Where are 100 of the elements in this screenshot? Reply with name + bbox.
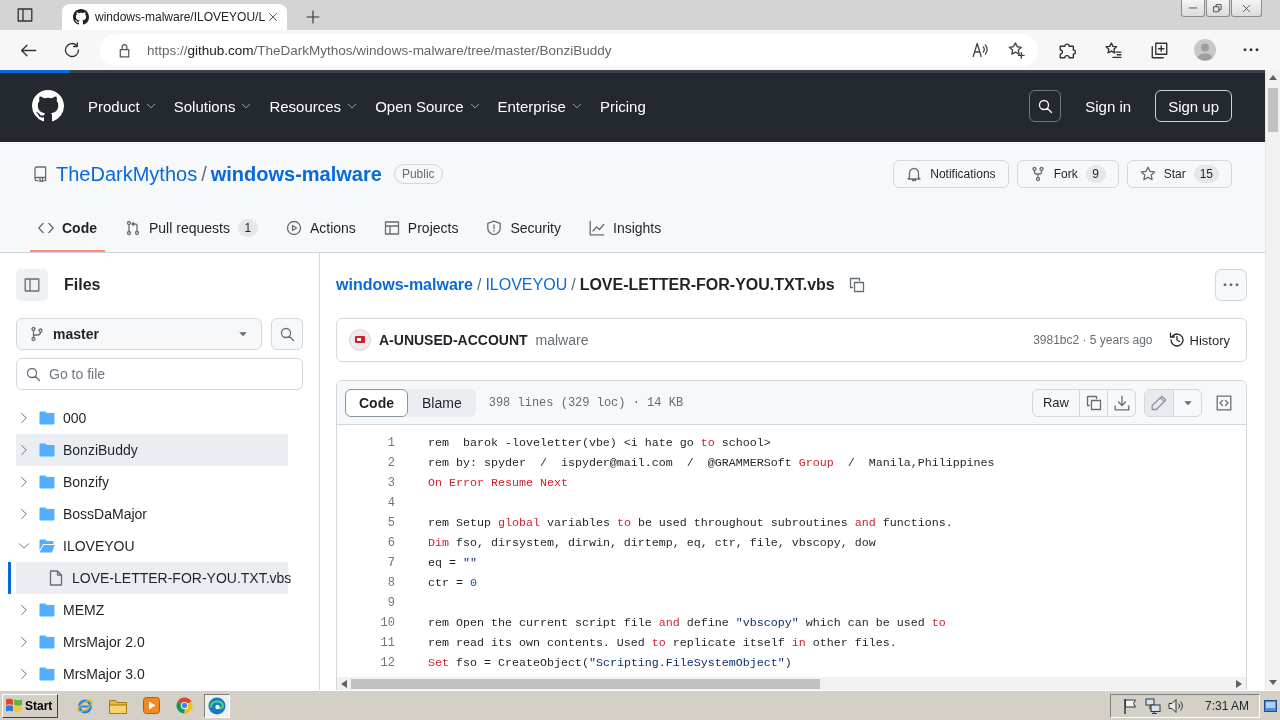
chevron-down-icon [347,101,358,111]
pencil-icon [1151,394,1167,411]
nav-menu-button[interactable]: Enterprise [497,97,582,115]
line-number: 9 [386,596,395,610]
notifications-button[interactable]: Notifications [893,160,1009,188]
line-number: 12 [379,656,395,670]
file-stats: 398 lines (329 loc) · 14 KB [488,395,684,410]
line-number: 10 [379,616,395,630]
owner-link[interactable]: TheDarkMythos [56,162,198,186]
code-line: rem read its own contents. Used to replicate itself in other files. [428,636,897,650]
folder-icon [39,602,55,618]
restore-button[interactable] [1206,0,1230,17]
search-button[interactable] [1029,90,1062,122]
file-name: LOVE-LETTER-FOR-YOU.TXT.vbs [579,276,835,294]
folder-item[interactable]: BossDaMajor [8,498,288,530]
scrollbar-thumb[interactable] [1268,88,1278,132]
nav-menu-button[interactable]: Resources [269,97,358,115]
fork-button[interactable]: Fork 9 [1016,160,1119,188]
breadcrumb-link[interactable]: ILOVEYOU [485,276,568,294]
chevron-down-icon [241,101,252,111]
close-window-button[interactable] [1231,0,1262,17]
close-icon [1242,3,1251,13]
copy-icon [1085,394,1102,411]
commit-message-link[interactable]: malware [535,332,589,348]
folder-item[interactable]: Bonzify [8,466,288,498]
folder-icon [109,697,128,714]
fork-icon [1029,166,1046,182]
branch-select[interactable]: master [16,318,262,350]
repo-tab[interactable]: Actions [277,204,364,252]
code-icon [38,220,54,236]
sign-up-button[interactable]: Sign up [1155,90,1232,122]
history-icon [1168,332,1185,348]
search-icon [25,366,41,382]
line-number: 7 [386,556,395,570]
search-icon [279,326,295,342]
folder-item[interactable]: ILOVEYOU [8,530,288,562]
minimize-button[interactable] [1181,0,1205,17]
breadcrumb-link[interactable]: windows-malware [336,276,473,294]
history-button[interactable]: History [1168,332,1230,348]
code-line: rem barok -loveletter(vbe) <i hate go to school> [428,436,771,450]
clock: 7:31 AM [1204,698,1249,713]
view-mode-tab[interactable]: Blame [408,388,476,417]
media-player-icon [142,697,160,714]
folder-open-icon [39,538,55,554]
repo-tab[interactable]: Security [478,204,569,252]
sign-in-link[interactable]: Sign in [1085,97,1132,115]
start-button[interactable]: Start [2,693,59,718]
down-arrow-icon [1269,680,1277,685]
table-icon [383,220,400,236]
folder-item[interactable]: MEMZ [8,594,288,626]
address-bar[interactable]: https://github.com/TheDarkMythos/windows-malware/tree/master/BonziBuddy [100,34,1038,66]
folder-icon [39,506,55,522]
collapse-sidebar-button[interactable] [16,269,48,301]
vertical-scrollbar[interactable] [1265,70,1280,690]
view-mode-tab[interactable]: Code [345,388,408,417]
line-number: 3 [386,476,395,490]
code-line: rem Open the current script file and define "vbscopy" which can be used to [428,616,946,630]
folder-icon [39,442,55,458]
browser-tab[interactable]: windows-malware/ILOVEYOU/L [62,4,287,30]
code-line: Set fso = CreateObject("Scripting.FileSystemObject") [428,656,792,670]
browser-icon [175,697,193,714]
folder-icon [39,474,55,490]
nav-menu-button[interactable]: Solutions [173,97,252,115]
line-number: 4 [386,496,395,510]
folder-item[interactable]: MrsMajor 3.0 [8,658,288,690]
author-link[interactable]: A-UNUSED-ACCOUNT [379,332,528,348]
scrollbar-thumb[interactable] [351,679,820,689]
repo-tab[interactable]: Projects [375,204,467,252]
chevron-down-icon [571,101,582,111]
logo-icon [32,90,64,122]
browser-icon [208,696,227,715]
lock-icon [117,42,132,58]
nav-menu-button[interactable]: Open Source [375,97,480,115]
taskbar-button[interactable] [204,693,231,718]
pull-request-icon [125,220,141,236]
chevron-down-icon [145,101,156,111]
code-line: On Error Resume Next [428,476,568,490]
horizontal-scrollbar[interactable] [337,677,1246,690]
play-icon [285,220,302,236]
branch-icon [29,326,45,342]
folder-item[interactable]: 000 [8,402,288,434]
counter: 15 [1193,165,1219,183]
edit-button[interactable] [1145,389,1173,416]
star-button[interactable]: Star 15 [1126,160,1232,188]
repo-tab[interactable]: Insights [581,204,670,252]
nav-link[interactable]: Pricing [599,97,646,115]
read-aloud-icon [972,42,988,58]
code-line: ctr = 0 [428,576,477,590]
folder-item[interactable]: MrsMajor 2.0 [8,626,288,658]
repo-tab[interactable]: Pull requests 1 [117,204,266,252]
repo-tab[interactable]: Code [30,204,105,252]
go-to-file-field[interactable]: Go to file [16,358,303,390]
repo-name-link[interactable]: windows-malware [210,162,382,186]
chevron-down-icon [469,101,480,111]
path-separator: / [571,276,576,294]
line-number: 11 [379,636,395,650]
line-number: 2 [386,456,395,470]
nav-menu-button[interactable]: Product [88,97,156,115]
panel-icon [24,277,40,293]
line-number: 6 [386,536,395,550]
